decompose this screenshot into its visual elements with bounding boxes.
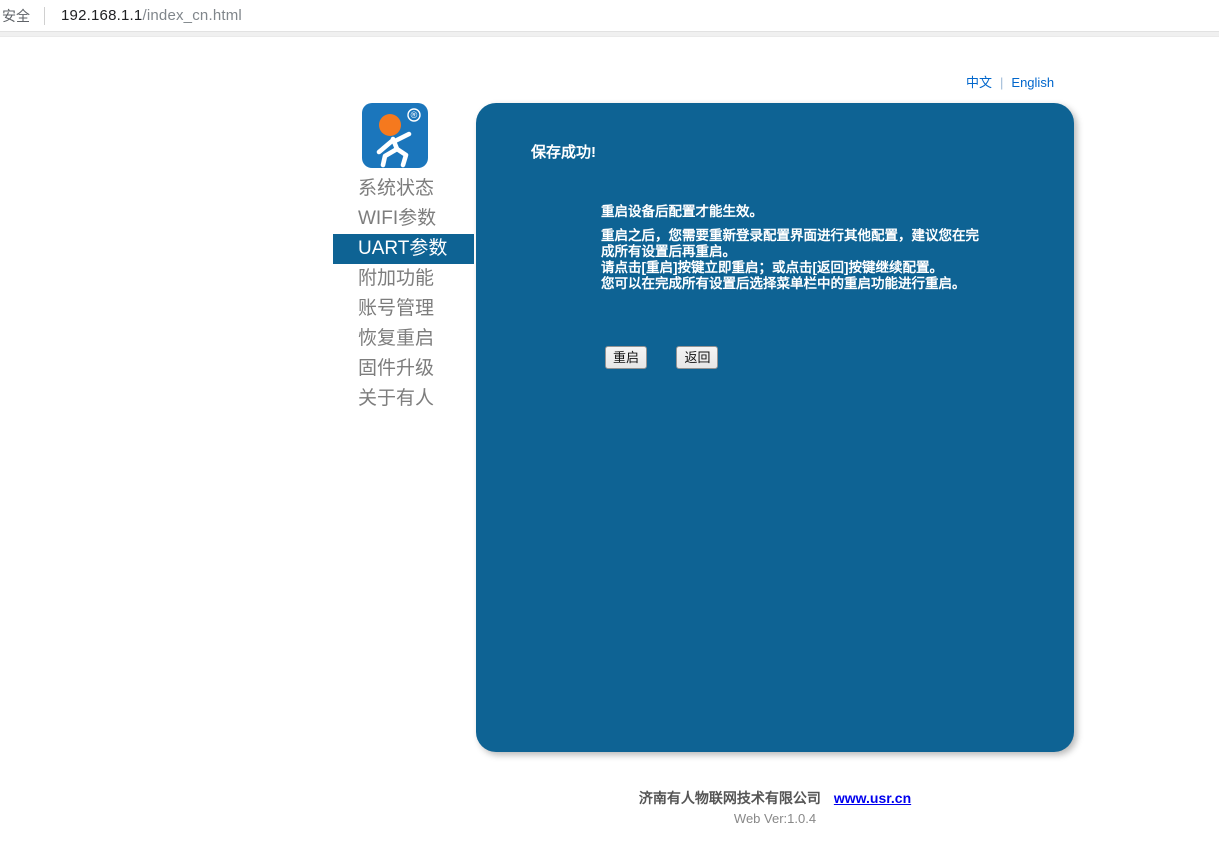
content-panel: 保存成功! 重启设备后配置才能生效。 重启之后，您需要重新登录配置界面进行其他配… [476,103,1074,752]
browser-address-bar: 安全 192.168.1.1/index_cn.html [0,0,1219,31]
sidebar-item-wifi-params[interactable]: WIFI参数 [333,204,474,234]
usr-logo-icon: ® [362,103,428,168]
sidebar-item-firmware-upgrade[interactable]: 固件升级 [333,354,474,384]
back-button[interactable]: 返回 [676,346,718,369]
restart-button[interactable]: 重启 [605,346,647,369]
language-switcher: 中文 | English [966,72,1054,91]
security-label: 安全 [2,6,30,26]
sidebar-item-restore-restart[interactable]: 恢复重启 [333,324,474,354]
sidebar-item-about-usr[interactable]: 关于有人 [333,384,474,414]
usr-website-link[interactable]: www.usr.cn [834,790,911,806]
sidebar-item-uart-params[interactable]: UART参数 [333,234,474,264]
restart-instructions-intro: 重启设备后配置才能生效。 [601,204,979,220]
restart-instructions-body: 重启之后，您需要重新登录配置界面进行其他配置，建议您在完 成所有设置后再重启。 … [601,228,979,292]
url-host: 192.168.1.1 [61,7,142,24]
sidebar-item-system-status[interactable]: 系统状态 [333,174,474,204]
lang-separator: | [1000,75,1003,90]
url-text[interactable]: 192.168.1.1/index_cn.html [61,7,242,24]
sidebar-item-extra-functions[interactable]: 附加功能 [333,264,474,294]
lang-chinese-link[interactable]: 中文 [966,75,992,90]
save-success-title: 保存成功! [531,141,596,162]
web-version: Web Ver:1.0.4 [476,811,1074,826]
svg-text:®: ® [411,110,418,120]
sidebar-menu: 系统状态 WIFI参数 UART参数 附加功能 账号管理 恢复重启 固件升级 关… [333,174,474,414]
restart-instructions: 重启设备后配置才能生效。 重启之后，您需要重新登录配置界面进行其他配置，建议您在… [601,204,979,292]
sidebar-item-account-management[interactable]: 账号管理 [333,294,474,324]
browser-chrome-band [0,31,1219,37]
page-footer: 济南有人物联网技术有限公司 www.usr.cn Web Ver:1.0.4 [476,788,1074,826]
address-bar-divider [44,7,45,25]
company-name: 济南有人物联网技术有限公司 [639,790,821,806]
url-path: /index_cn.html [142,7,242,24]
lang-english-link[interactable]: English [1011,75,1054,90]
button-row: 重启 返回 [605,346,718,369]
